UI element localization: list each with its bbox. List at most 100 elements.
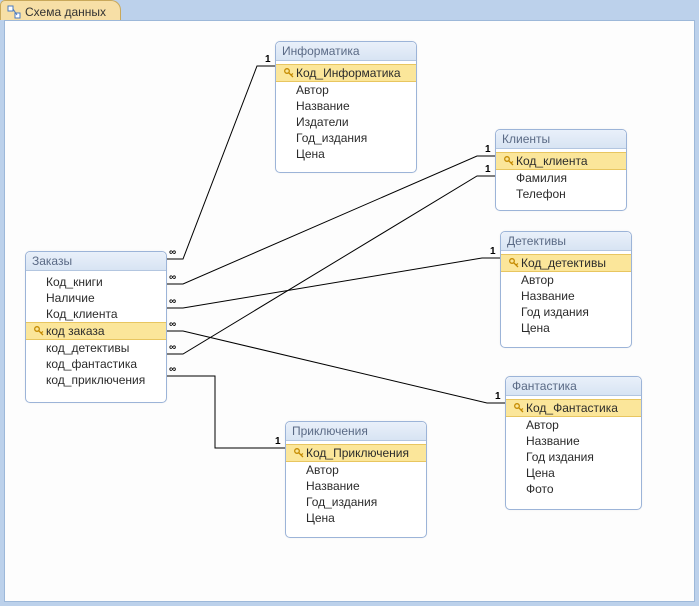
field-item[interactable]: Автор <box>286 462 426 478</box>
cardinality-label: 1 <box>275 437 281 447</box>
field-item[interactable]: Код_клиента <box>496 152 626 170</box>
field-item[interactable]: Цена <box>286 510 426 526</box>
field-name: Цена <box>526 466 555 480</box>
field-item[interactable]: Наличие <box>26 290 166 306</box>
field-name: Автор <box>296 83 329 97</box>
field-name: Код_клиента <box>516 154 588 168</box>
field-item[interactable]: Код_Информатика <box>276 64 416 82</box>
table-informatics[interactable]: Информатика Код_Информатика АвторНазваниеИ… <box>275 41 417 173</box>
field-name: Название <box>521 289 575 303</box>
field-item[interactable]: Автор <box>506 417 641 433</box>
field-name: Год издания <box>526 450 594 464</box>
table-header[interactable]: Приключения <box>286 422 426 441</box>
field-item[interactable]: Код_Приключения <box>286 444 426 462</box>
field-item[interactable]: Название <box>286 478 426 494</box>
field-name: код заказа <box>46 324 105 338</box>
field-name: Фото <box>526 482 554 496</box>
field-list: Код_клиента Фамилия Телефон <box>496 152 626 202</box>
tab-label: Схема данных <box>25 5 106 19</box>
field-item[interactable]: код заказа <box>26 322 166 340</box>
field-item[interactable]: код_приключения <box>26 372 166 388</box>
field-name: Наличие <box>46 291 95 305</box>
field-item[interactable]: Цена <box>501 320 631 336</box>
field-item[interactable]: Год_издания <box>276 130 416 146</box>
field-item[interactable]: Год издания <box>506 449 641 465</box>
tab-strip: Схема данных <box>0 0 699 20</box>
field-name: Код_Фантастика <box>526 401 618 415</box>
field-name: Автор <box>526 418 559 432</box>
table-header[interactable]: Информатика <box>276 42 416 61</box>
field-name: Код_книги <box>46 275 103 289</box>
field-name: Автор <box>306 463 339 477</box>
field-item[interactable]: Издатели <box>276 114 416 130</box>
table-adventure[interactable]: Приключения Код_Приключения Автор НазваниеГ… <box>285 421 427 538</box>
cardinality-label: 1 <box>485 165 491 175</box>
field-item[interactable]: Название <box>501 288 631 304</box>
table-orders[interactable]: Заказы Код_книги Наличие Код_клиента код зак… <box>25 251 167 403</box>
cardinality-label: 1 <box>265 55 271 65</box>
field-item[interactable]: Цена <box>506 465 641 481</box>
cardinality-label: ∞ <box>169 248 176 258</box>
field-name: Телефон <box>516 187 566 201</box>
cardinality-label: 1 <box>495 392 501 402</box>
field-name: Год издания <box>521 305 589 319</box>
field-item[interactable]: код_фантастика <box>26 356 166 372</box>
primary-key-icon <box>502 156 516 166</box>
tab-relationships[interactable]: Схема данных <box>0 0 121 20</box>
cardinality-label: ∞ <box>169 297 176 307</box>
field-list: Код_Фантастика Автор Название Год издания Це… <box>506 399 641 497</box>
cardinality-label: ∞ <box>169 320 176 330</box>
field-name: Автор <box>521 273 554 287</box>
primary-key-icon <box>292 448 306 458</box>
primary-key-icon <box>512 403 526 413</box>
field-name: код_приключения <box>46 373 145 387</box>
field-list: Код_Информатика АвторНазваниеИздатели Год_… <box>276 64 416 162</box>
field-item[interactable]: Название <box>506 433 641 449</box>
cardinality-label: ∞ <box>169 365 176 375</box>
table-header[interactable]: Детективы <box>501 232 631 251</box>
field-list: Код_книги Наличие Код_клиента код заказа код… <box>26 274 166 388</box>
field-name: код_детективы <box>46 341 129 355</box>
table-header[interactable]: Клиенты <box>496 130 626 149</box>
table-header[interactable]: Фантастика <box>506 377 641 396</box>
field-item[interactable]: Год_издания <box>286 494 426 510</box>
cardinality-label: 1 <box>490 247 496 257</box>
diagram-canvas[interactable]: Заказы Код_книги Наличие Код_клиента код зак… <box>4 20 695 602</box>
cardinality-label: ∞ <box>169 343 176 353</box>
field-item[interactable]: Год издания <box>501 304 631 320</box>
field-name: Код_Информатика <box>296 66 401 80</box>
field-name: Цена <box>306 511 335 525</box>
field-item[interactable]: Цена <box>276 146 416 162</box>
table-header[interactable]: Заказы <box>26 252 166 271</box>
cardinality-label: ∞ <box>169 273 176 283</box>
field-item[interactable]: Код_Фантастика <box>506 399 641 417</box>
field-item[interactable]: Фото <box>506 481 641 497</box>
field-name: Фамилия <box>516 171 567 185</box>
field-name: Издатели <box>296 115 349 129</box>
field-item[interactable]: Фамилия <box>496 170 626 186</box>
relationships-icon <box>7 5 21 19</box>
table-fantasy[interactable]: Фантастика Код_Фантастика Автор Название Год… <box>505 376 642 510</box>
table-detectives[interactable]: Детективы Код_детективы Автор Название Год и… <box>500 231 632 348</box>
field-name: код_фантастика <box>46 357 137 371</box>
field-item[interactable]: Название <box>276 98 416 114</box>
field-item[interactable]: Код_книги <box>26 274 166 290</box>
primary-key-icon <box>32 326 46 336</box>
field-name: Код_клиента <box>46 307 118 321</box>
field-item[interactable]: Автор <box>501 272 631 288</box>
field-name: Год_издания <box>296 131 367 145</box>
field-item[interactable]: Код_клиента <box>26 306 166 322</box>
field-item[interactable]: Автор <box>276 82 416 98</box>
field-name: Код_Приключения <box>306 446 409 460</box>
field-name: Код_детективы <box>521 256 606 270</box>
field-item[interactable]: Код_детективы <box>501 254 631 272</box>
primary-key-icon <box>507 258 521 268</box>
field-name: Название <box>306 479 360 493</box>
field-item[interactable]: Телефон <box>496 186 626 202</box>
field-name: Название <box>526 434 580 448</box>
field-list: Код_Приключения Автор НазваниеГод_изданияЦ… <box>286 444 426 526</box>
field-item[interactable]: код_детективы <box>26 340 166 356</box>
field-name: Цена <box>521 321 550 335</box>
table-clients[interactable]: Клиенты Код_клиента Фамилия Телефон <box>495 129 627 211</box>
field-list: Код_детективы Автор Название Год издания Цен… <box>501 254 631 336</box>
